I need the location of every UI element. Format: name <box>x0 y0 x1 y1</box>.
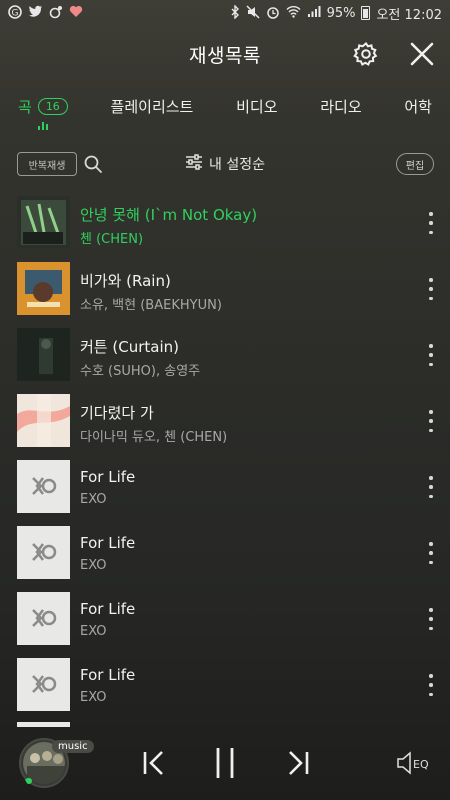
song-count-badge: 16 <box>37 98 68 115</box>
track-title: 커튼 (Curtain) <box>80 338 179 356</box>
bluetooth-icon <box>230 3 240 22</box>
list-toolbar: 반복재생 내 설정순 편집 <box>0 146 450 182</box>
pause-icon[interactable] <box>214 746 236 780</box>
music-app-icon <box>49 5 63 22</box>
album-art <box>17 658 70 711</box>
tab-video[interactable]: 비디오 <box>236 88 277 117</box>
track-row[interactable]: For Life EXO <box>0 454 450 520</box>
album-art <box>17 460 70 513</box>
heart-icon <box>69 5 83 21</box>
track-row[interactable]: For Life EXO <box>0 586 450 652</box>
status-bar: G 95% 오전 12:02 <box>0 0 450 26</box>
more-vertical-icon[interactable] <box>426 674 436 696</box>
playlist-header: 재생목록 <box>0 26 450 82</box>
track-artist: EXO <box>80 690 107 705</box>
track-artist: 수호 (SUHO), 송영주 <box>80 364 201 379</box>
album-art <box>17 526 70 579</box>
eq-speaker-icon[interactable]: EQ <box>396 750 432 776</box>
album-art <box>17 262 70 315</box>
track-title: 안녕 못해 (I`m Not Okay) <box>80 206 258 224</box>
track-row[interactable]: 기다렸다 가 다이나믹 듀오, 첸 (CHEN) <box>0 388 450 454</box>
track-title: For Life <box>80 534 136 552</box>
edit-button[interactable]: 편집 <box>396 153 434 175</box>
more-vertical-icon[interactable] <box>426 410 436 432</box>
tab-songs-label: 곡 <box>18 98 32 116</box>
signal-icon <box>307 5 321 21</box>
mini-player: music EQ <box>0 728 450 800</box>
track-row[interactable]: 커튼 (Curtain) 수호 (SUHO), 송영주 <box>0 322 450 388</box>
repeat-label: 반복재생 <box>28 160 66 172</box>
sort-label: 내 설정순 <box>209 157 265 173</box>
sort-button[interactable]: 내 설정순 <box>185 154 265 174</box>
track-artist: 첸 (CHEN) <box>80 232 144 247</box>
track-artist: 다이나믹 듀오, 첸 (CHEN) <box>80 430 228 445</box>
track-artist: 소유, 백현 (BAEKHYUN) <box>80 298 222 313</box>
clock: 오전 12:02 <box>376 7 442 23</box>
more-vertical-icon[interactable] <box>426 212 436 234</box>
more-vertical-icon[interactable] <box>426 608 436 630</box>
track-artist: EXO <box>80 624 107 639</box>
now-playing-bars-icon <box>38 122 48 130</box>
track-artist: EXO <box>80 492 107 507</box>
album-art <box>17 196 70 249</box>
tab-language[interactable]: 어학 <box>404 88 432 117</box>
alarm-icon <box>266 5 280 22</box>
page-title: 재생목록 <box>189 44 261 67</box>
close-icon[interactable] <box>408 40 436 68</box>
edit-label: 편집 <box>405 160 425 172</box>
previous-track-icon[interactable] <box>142 748 166 778</box>
track-title: For Life <box>80 468 136 486</box>
more-vertical-icon[interactable] <box>426 542 436 564</box>
tab-bar: 곡 16 플레이리스트 비디오 라디오 어학 <box>0 88 450 132</box>
mute-icon <box>246 4 260 22</box>
track-row[interactable]: For Life EXO <box>0 520 450 586</box>
tab-radio[interactable]: 라디오 <box>320 88 361 117</box>
settings-gear-icon[interactable] <box>352 40 380 68</box>
track-title: 비가와 (Rain) <box>80 272 171 290</box>
battery-icon <box>361 6 371 20</box>
search-icon[interactable] <box>83 154 103 174</box>
track-row[interactable]: 안녕 못해 (I`m Not Okay) 첸 (CHEN) <box>0 190 450 256</box>
album-art-partial <box>17 722 70 727</box>
album-art <box>17 394 70 447</box>
track-title: 기다렸다 가 <box>80 404 154 422</box>
track-row[interactable]: 비가와 (Rain) 소유, 백현 (BAEKHYUN) <box>0 256 450 322</box>
svg-text:G: G <box>12 8 19 18</box>
album-art <box>17 592 70 645</box>
track-title: For Life <box>80 666 136 684</box>
tab-playlist[interactable]: 플레이리스트 <box>111 88 194 117</box>
next-track-icon[interactable] <box>286 748 310 778</box>
repeat-button[interactable]: 반복재생 <box>17 152 77 176</box>
battery-percent: 95% <box>326 5 356 21</box>
more-vertical-icon[interactable] <box>426 476 436 498</box>
more-vertical-icon[interactable] <box>426 344 436 366</box>
twitter-icon <box>28 5 43 21</box>
track-title: For Life <box>80 600 136 618</box>
app-notification-icon: G <box>8 4 22 22</box>
more-vertical-icon[interactable] <box>426 278 436 300</box>
track-row[interactable]: For Life EXO <box>0 652 450 718</box>
music-badge: music <box>52 740 94 753</box>
sort-sliders-icon <box>185 154 203 174</box>
wifi-icon <box>286 5 301 21</box>
album-art <box>17 328 70 381</box>
track-artist: EXO <box>80 558 107 573</box>
tab-songs[interactable]: 곡 16 <box>18 88 68 130</box>
eq-label: EQ <box>413 758 429 771</box>
